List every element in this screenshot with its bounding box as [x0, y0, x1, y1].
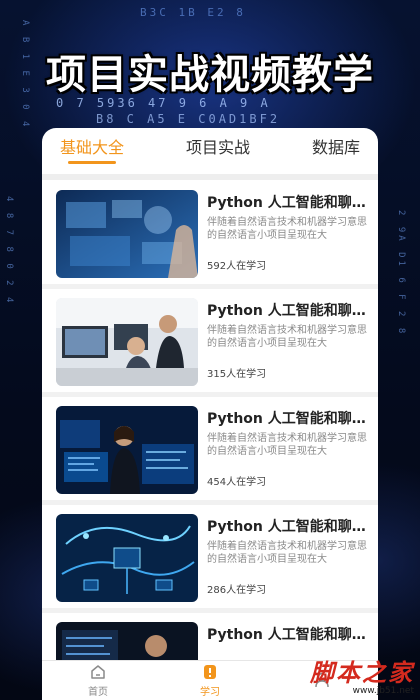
course-card[interactable]: Python 人工智能和聊... 伴随着自然语言技术和机器学习意思的自然语言小项…: [50, 180, 378, 284]
study-icon: [204, 665, 216, 679]
course-card[interactable]: Python 人工智能和聊... 伴随着自然语言技术和机器学习意思的自然语言小项…: [50, 504, 378, 608]
course-description: 伴随着自然语言技术和机器学习意思的自然语言小项目呈现在大: [207, 325, 367, 349]
tab-projects[interactable]: 项目实战: [186, 134, 250, 164]
developer-monitors-thumbnail: [56, 406, 198, 494]
course-info: Python 人工智能和聊... 伴随着自然语言技术和机器学习意思的自然语言小项…: [207, 298, 367, 386]
learner-count: 286人在学习: [207, 585, 267, 596]
nav-study-label: 学习: [200, 687, 220, 698]
watermark: 脚本之家 www.jb51.net: [310, 653, 414, 696]
course-description: 伴随着自然语言技术和机器学习意思的自然语言小项目呈现在大: [207, 217, 367, 241]
course-title[interactable]: Python 人工智能和聊...: [207, 624, 367, 644]
course-title[interactable]: Python 人工智能和聊...: [207, 516, 367, 536]
nav-study[interactable]: 学习: [154, 661, 266, 700]
course-info: Python 人工智能和聊... 伴随着自然语言技术和机器学习意思的自然语言小项…: [207, 514, 367, 602]
tab-basics[interactable]: 基础大全: [60, 134, 124, 164]
headline: 项目实战视频教学: [46, 52, 374, 98]
course-list[interactable]: Python 人工智能和聊... 伴随着自然语言技术和机器学习意思的自然语言小项…: [42, 180, 378, 660]
learner-count: 454人在学习: [207, 477, 267, 488]
course-description: 伴随着自然语言技术和机器学习意思的自然语言小项目呈现在大: [207, 433, 367, 457]
watermark-logo: 脚本之家: [310, 658, 414, 687]
nav-home-label: 首页: [88, 687, 108, 698]
ai-touchscreen-thumbnail: [56, 190, 198, 278]
phone-screen: 基础大全 项目实战 数据库 Python 人工智能和聊... 伴随着自然语言技术…: [42, 128, 378, 700]
learner-count: 592人在学习: [207, 261, 267, 272]
tab-database[interactable]: 数据库: [312, 134, 360, 164]
course-info: Python 人工智能和聊... 伴随着自然语言技术和机器学习意思的自然语言小项…: [207, 190, 367, 278]
course-info: Python 人工智能和聊... 伴随着自然语言技术和机器学习意思的自然语言小项…: [207, 406, 367, 494]
background-code-line: 4 8 7 8 0 2 4: [4, 196, 14, 306]
learner-count: 315人在学习: [207, 369, 267, 380]
course-title[interactable]: Python 人工智能和聊...: [207, 408, 367, 428]
background-code-line: B8 C A5 E C0AD1BF2: [96, 112, 281, 126]
home-icon: [91, 665, 105, 679]
nav-home[interactable]: 首页: [42, 661, 154, 700]
course-card[interactable]: Python 人工智能和聊... 伴随着自然语言技术和机器学习意思的自然语言小项…: [50, 288, 378, 392]
circuit-board-thumbnail: [56, 514, 198, 602]
background-code-line: B3C 1B E2 8: [140, 6, 246, 19]
category-tabs: 基础大全 项目实战 数据库: [42, 128, 378, 170]
server-room-thumbnail: [56, 622, 198, 660]
background-code-line: 2 9A D1 6 F 2 8: [396, 210, 406, 337]
course-description: 伴随着自然语言技术和机器学习意思的自然语言小项目呈现在大: [207, 541, 367, 565]
course-card[interactable]: Python 人工智能和聊... 伴随着自然语言技术和机器学习意思的自然语言小项…: [50, 396, 378, 500]
office-team-thumbnail: [56, 298, 198, 386]
course-title[interactable]: Python 人工智能和聊...: [207, 300, 367, 320]
course-title[interactable]: Python 人工智能和聊...: [207, 192, 367, 212]
